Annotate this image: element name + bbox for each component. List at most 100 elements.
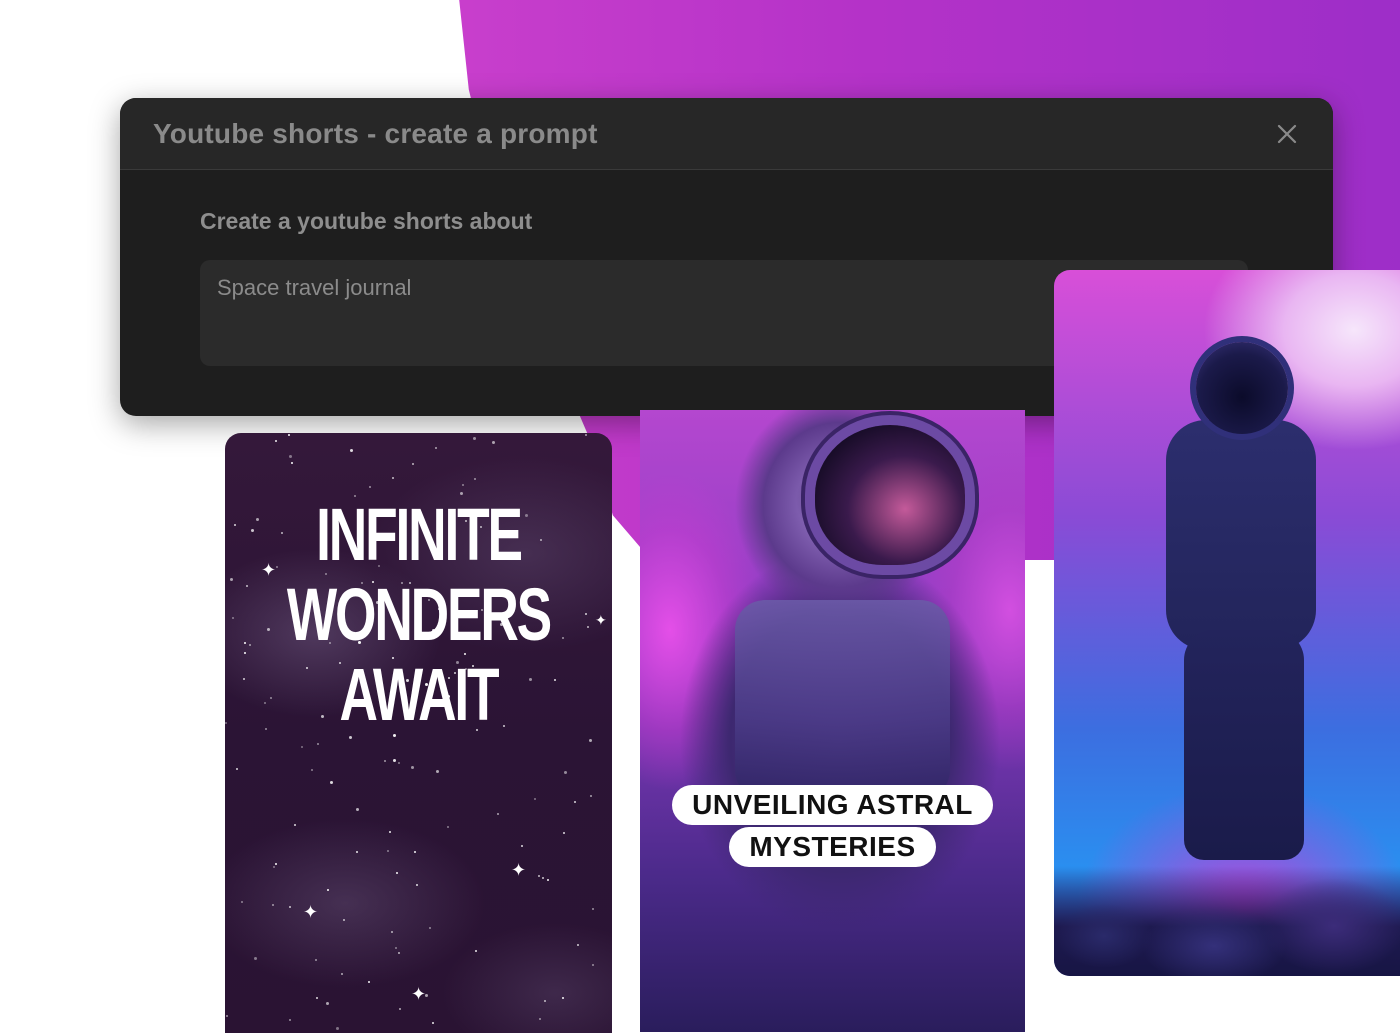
star-dot — [412, 463, 414, 465]
star-dot — [350, 449, 353, 452]
star-dot — [241, 901, 243, 903]
star-dot — [267, 628, 270, 631]
star-dot — [294, 824, 296, 826]
short-preview-card-infinite-wonders[interactable]: INFINITE WONDERS AWAIT ✦ ✦ ✦ ✦ ✦ — [225, 433, 612, 1033]
star-dot — [396, 872, 398, 874]
short-title-line: INFINITE — [316, 493, 523, 576]
short-preview-card-floating-astronaut[interactable] — [1054, 270, 1400, 976]
star-dot — [436, 770, 439, 773]
star-dot — [562, 997, 564, 999]
star-dot — [592, 908, 594, 910]
star-dot — [574, 801, 576, 803]
star-dot — [254, 957, 257, 960]
star-dot — [395, 947, 397, 949]
star-dot — [474, 478, 476, 480]
star-dot — [356, 808, 359, 811]
astronaut-chest-image — [735, 600, 950, 800]
star-dot — [590, 795, 592, 797]
caption-line: MYSTERIES — [729, 827, 936, 867]
star-dot — [315, 959, 317, 961]
star-dot — [276, 566, 278, 568]
star-dot — [562, 637, 564, 639]
star-dot — [492, 441, 495, 444]
dialog-header: Youtube shorts - create a prompt — [120, 98, 1333, 170]
star-dot — [399, 1008, 401, 1010]
star-dot — [447, 826, 449, 828]
star-dot — [272, 904, 274, 906]
sparkle-icon: ✦ — [411, 984, 427, 1004]
star-dot — [291, 462, 293, 464]
star-dot — [244, 642, 246, 644]
star-dot — [326, 1002, 329, 1005]
star-dot — [244, 652, 246, 654]
short-caption: UNVEILING ASTRAL MYSTERIES — [640, 785, 1025, 867]
star-dot — [432, 1022, 434, 1024]
star-dot — [256, 518, 259, 521]
star-dot — [301, 746, 303, 748]
star-dot — [265, 728, 267, 730]
star-dot — [577, 944, 579, 946]
star-dot — [473, 437, 476, 440]
short-title-text: INFINITE WONDERS AWAIT — [279, 495, 558, 735]
star-dot — [341, 973, 343, 975]
star-dot — [251, 529, 254, 532]
star-dot — [316, 997, 318, 999]
star-dot — [497, 813, 499, 815]
star-dot — [544, 1000, 546, 1002]
sparkle-icon: ✦ — [595, 612, 607, 628]
prompt-field-label: Create a youtube shorts about — [200, 208, 533, 234]
star-dot — [246, 585, 248, 587]
star-dot — [243, 678, 245, 680]
sparkle-icon: ✦ — [261, 560, 277, 580]
dialog-title: Youtube shorts - create a prompt — [153, 118, 598, 149]
astronaut-legs-image — [1184, 630, 1304, 860]
star-dot — [587, 626, 589, 628]
star-dot — [538, 875, 540, 877]
star-dot — [592, 964, 594, 966]
star-dot — [414, 851, 416, 853]
short-preview-card-astral-mysteries[interactable]: UNVEILING ASTRAL MYSTERIES — [640, 410, 1025, 1032]
star-dot — [225, 722, 227, 724]
star-dot — [369, 486, 371, 488]
star-dot — [356, 851, 358, 853]
star-dot — [534, 798, 536, 800]
star-dot — [343, 919, 345, 921]
caption-line: UNVEILING ASTRAL — [672, 785, 993, 825]
star-dot — [289, 906, 291, 908]
star-dot — [435, 447, 437, 449]
star-dot — [398, 762, 400, 764]
star-dot — [391, 931, 393, 933]
star-dot — [264, 702, 266, 704]
star-dot — [387, 850, 389, 852]
star-dot — [542, 877, 544, 879]
sparkle-icon: ✦ — [303, 902, 319, 922]
rocky-surface-image — [1054, 866, 1400, 976]
close-icon — [1277, 124, 1297, 144]
star-dot — [429, 927, 431, 929]
star-dot — [585, 613, 587, 615]
star-dot — [275, 863, 277, 865]
star-dot — [289, 455, 292, 458]
short-title-line: WONDERS — [286, 573, 552, 656]
star-dot — [462, 484, 464, 486]
star-dot — [368, 981, 370, 983]
star-dot — [226, 1015, 228, 1017]
star-dot — [416, 884, 418, 886]
star-dot — [311, 769, 313, 771]
star-dot — [275, 440, 277, 442]
star-dot — [330, 781, 333, 784]
close-button[interactable] — [1273, 120, 1301, 148]
star-dot — [475, 950, 477, 952]
star-dot — [349, 736, 352, 739]
star-dot — [521, 845, 523, 847]
sparkle-icon: ✦ — [511, 860, 527, 880]
star-dot — [249, 644, 251, 646]
star-dot — [232, 617, 234, 619]
star-dot — [317, 743, 319, 745]
star-dot — [270, 697, 272, 699]
star-dot — [563, 832, 565, 834]
star-dot — [589, 739, 592, 742]
star-dot — [411, 766, 414, 769]
star-dot — [539, 1018, 541, 1020]
star-dot — [564, 771, 567, 774]
